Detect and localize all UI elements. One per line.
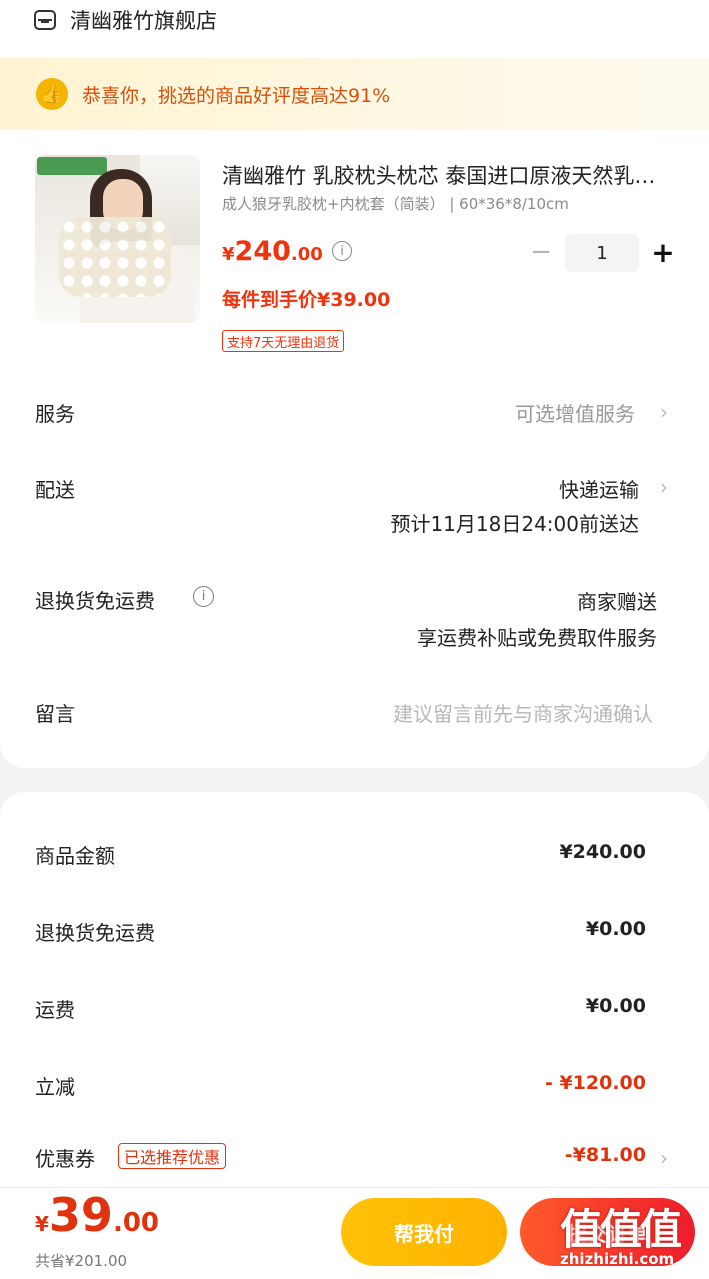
return-policy-badge: 支持7天无理由退货 — [222, 330, 345, 352]
service-value[interactable]: 可选增值服务 — [515, 398, 635, 427]
service-label: 服务 — [35, 402, 75, 426]
service-chevron-icon[interactable]: › — [660, 400, 668, 424]
discount-value: - ¥120.00 — [544, 1072, 646, 1094]
message-label: 留言 — [35, 702, 75, 726]
delivery-chevron-icon[interactable]: › — [660, 475, 668, 499]
product-price: ¥ 240 .00 — [222, 236, 323, 267]
saved-amount: 共省¥201.00 — [35, 1252, 128, 1270]
total-price: ¥ 39 .00 — [35, 1188, 159, 1242]
watermark-url: zhizhizhi.com — [560, 1250, 675, 1268]
return-shipping-label: 退换货免运费 — [35, 589, 155, 613]
message-input[interactable]: 建议留言前先与商家沟通确认 — [393, 698, 653, 727]
return-shipping-detail: 享运费补贴或免费取件服务 — [417, 626, 657, 650]
pillow-graphic — [59, 217, 171, 297]
thumbs-up-icon: 👍 — [36, 78, 68, 110]
coupon-value[interactable]: -¥81.00 — [565, 1144, 646, 1166]
shipping-fee-label: 运费 — [35, 998, 75, 1022]
watermark-logo: 值值值 — [560, 1205, 682, 1254]
product-spec[interactable]: 成人狼牙乳胶枕+内枕套（简装） | 60*36*8/10cm — [222, 193, 569, 214]
return-fee-value: ¥0.00 — [585, 918, 646, 940]
shipping-fee-value: ¥0.00 — [585, 995, 646, 1017]
return-shipping-value: 商家赠送 — [577, 590, 657, 614]
product-image[interactable] — [35, 155, 200, 323]
watermark: 值值值 zhizhizhi.com — [556, 1196, 706, 1274]
quantity-increase-button[interactable]: + — [649, 236, 677, 269]
goods-amount-value: ¥240.00 — [559, 841, 646, 863]
order-card: 清幽雅竹旗舰店 👍 恭喜你，挑选的商品好评度高达91% 清幽雅竹 乳胶枕头枕芯 … — [0, 0, 709, 768]
coupon-label: 优惠券 — [35, 1147, 95, 1171]
delivery-method[interactable]: 快递运输 — [559, 474, 639, 503]
price-info-icon[interactable]: i — [332, 241, 352, 261]
coupon-tag: 已选推荐优惠 — [118, 1143, 227, 1169]
delivery-label: 配送 — [35, 478, 75, 502]
brand-logo — [37, 157, 107, 175]
delivery-eta: 预计11月18日24:00前送达 — [390, 512, 639, 536]
product-title[interactable]: 清幽雅竹 乳胶枕头枕芯 泰国进口原液天然乳胶枕 — [222, 160, 674, 190]
return-fee-label: 退换货免运费 — [35, 921, 155, 945]
pay-for-me-button[interactable]: 帮我付 — [341, 1198, 507, 1266]
store-icon — [34, 10, 56, 30]
unit-price: 每件到手价¥39.00 — [222, 289, 391, 311]
quantity-input[interactable]: 1 — [565, 234, 639, 272]
discount-label: 立减 — [35, 1075, 75, 1099]
rating-banner: 👍 恭喜你，挑选的商品好评度高达91% — [0, 58, 709, 130]
goods-amount-label: 商品金额 — [35, 844, 115, 868]
banner-text: 恭喜你，挑选的商品好评度高达91% — [82, 84, 391, 107]
store-name: 清幽雅竹旗舰店 — [70, 9, 217, 33]
store-header[interactable]: 清幽雅竹旗舰店 — [34, 4, 217, 36]
return-shipping-info-icon[interactable]: i — [193, 586, 214, 607]
coupon-chevron-icon[interactable]: › — [660, 1146, 668, 1170]
quantity-decrease-button[interactable]: − — [528, 237, 554, 267]
